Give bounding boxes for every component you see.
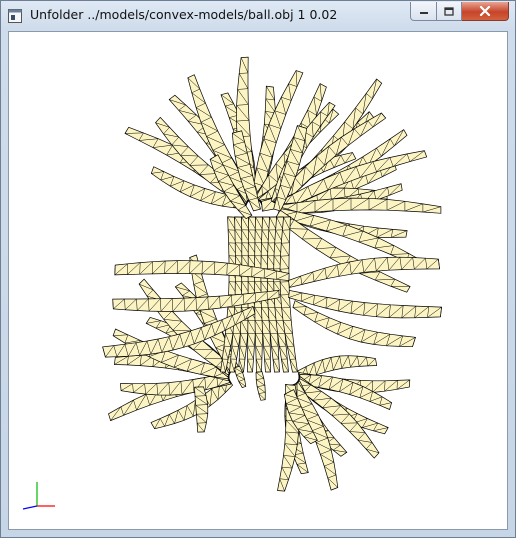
close-icon xyxy=(479,6,491,16)
unfolded-mesh xyxy=(102,56,442,492)
maximize-icon xyxy=(444,6,454,16)
render-viewport[interactable] xyxy=(8,31,508,530)
maximize-button[interactable] xyxy=(437,2,462,21)
app-window: Unfolder ../models/convex-models/ball.ob… xyxy=(0,0,516,538)
axis-z-line xyxy=(22,505,38,510)
minimize-icon xyxy=(419,12,428,14)
caption-buttons xyxy=(410,2,509,22)
app-icon[interactable] xyxy=(8,8,22,23)
minimize-button[interactable] xyxy=(410,2,437,21)
window-title: Unfolder ../models/convex-models/ball.ob… xyxy=(30,7,338,22)
mesh-strip xyxy=(194,386,209,433)
close-button[interactable] xyxy=(462,2,509,21)
axis-gizmo xyxy=(22,482,55,510)
unfolded-mesh-canvas[interactable] xyxy=(9,32,508,530)
title-bar[interactable]: Unfolder ../models/convex-models/ball.ob… xyxy=(1,1,515,31)
